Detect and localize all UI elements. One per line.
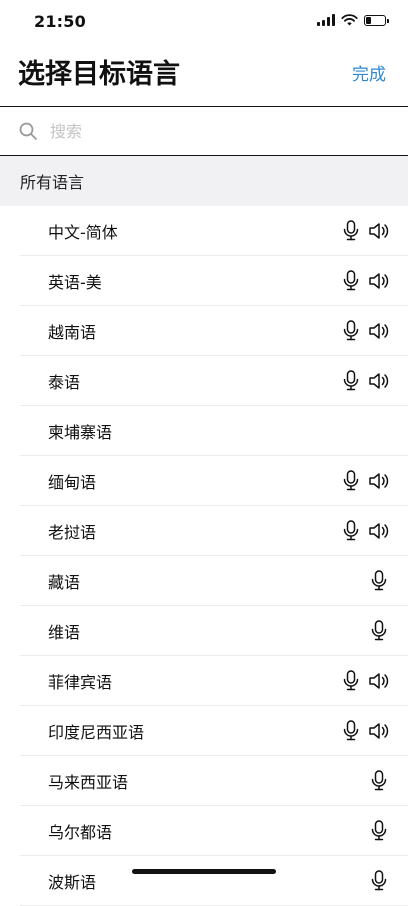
battery-icon [364, 14, 389, 26]
microphone-icon [340, 720, 362, 742]
language-name: 英语-美 [48, 272, 102, 292]
language-capability-icons [340, 356, 390, 405]
language-row[interactable]: 缅甸语 [20, 456, 408, 506]
microphone-icon [340, 470, 362, 492]
home-indicator [132, 869, 276, 874]
language-capability-icons [340, 656, 390, 705]
speaker-icon [368, 520, 390, 542]
language-name: 维语 [48, 622, 81, 642]
microphone-icon [340, 320, 362, 342]
language-row[interactable]: 藏语 [20, 556, 408, 606]
language-capability-icons [340, 206, 390, 255]
language-row[interactable]: 柬埔寨语 [20, 406, 408, 456]
language-capability-icons [368, 856, 390, 905]
language-name: 印度尼西亚语 [48, 722, 145, 742]
language-capability-icons [340, 256, 390, 305]
language-name: 菲律宾语 [48, 672, 113, 692]
language-capability-icons [368, 806, 390, 855]
microphone-icon [340, 220, 362, 242]
microphone-icon [368, 620, 390, 642]
language-row[interactable]: 菲律宾语 [20, 656, 408, 706]
speaker-icon [368, 220, 390, 242]
language-row[interactable]: 泰语 [20, 356, 408, 406]
status-icons [317, 14, 389, 26]
language-capability-icons [368, 556, 390, 605]
microphone-icon [340, 520, 362, 542]
page-title: 选择目标语言 [18, 59, 180, 90]
language-name: 老挝语 [48, 522, 97, 542]
microphone-icon [368, 870, 390, 892]
language-name: 中文-简体 [48, 222, 118, 242]
wifi-icon [341, 14, 358, 26]
search-input[interactable] [48, 120, 352, 142]
speaker-icon [368, 320, 390, 342]
speaker-icon [368, 470, 390, 492]
language-row[interactable]: 越南语 [20, 306, 408, 356]
language-capability-icons [340, 706, 390, 755]
section-title: 所有语言 [20, 173, 85, 192]
status-time: 21:50 [34, 12, 86, 31]
header: 选择目标语言 完成 [0, 44, 408, 106]
microphone-icon [340, 370, 362, 392]
language-name: 柬埔寨语 [48, 422, 113, 442]
language-name: 藏语 [48, 572, 81, 592]
speaker-icon [368, 670, 390, 692]
language-name: 泰语 [48, 372, 81, 392]
speaker-icon [368, 270, 390, 292]
microphone-icon [368, 770, 390, 792]
language-row[interactable]: 乌尔都语 [20, 806, 408, 856]
microphone-icon [340, 670, 362, 692]
section-header: 所有语言 [0, 156, 408, 206]
language-capability-icons [340, 306, 390, 355]
language-row[interactable]: 马来西亚语 [20, 756, 408, 806]
language-capability-icons [368, 606, 390, 655]
language-name: 乌尔都语 [48, 822, 113, 842]
language-name: 越南语 [48, 322, 97, 342]
language-row[interactable]: 中文-简体 [20, 206, 408, 256]
language-row[interactable]: 英语-美 [20, 256, 408, 306]
language-list: 中文-简体英语-美越南语泰语柬埔寨语缅甸语老挝语藏语维语菲律宾语印度尼西亚语 马来… [0, 206, 408, 906]
language-name: 马来西亚语 [48, 772, 129, 792]
microphone-icon [368, 570, 390, 592]
language-row[interactable]: 老挝语 [20, 506, 408, 556]
cellular-signal-icon [317, 14, 335, 26]
microphone-icon [368, 820, 390, 842]
microphone-icon [340, 270, 362, 292]
language-capability-icons [340, 456, 390, 505]
language-name: 缅甸语 [48, 472, 97, 492]
done-button[interactable]: 完成 [352, 60, 386, 85]
search-icon [19, 122, 37, 140]
language-row[interactable]: 波斯语 [20, 856, 408, 906]
language-capability-icons [368, 756, 390, 805]
status-bar: 21:50 [0, 0, 408, 44]
speaker-icon [368, 370, 390, 392]
language-capability-icons [340, 506, 390, 555]
language-name: 波斯语 [48, 872, 97, 892]
language-row[interactable]: 印度尼西亚语 [20, 706, 408, 756]
language-row[interactable]: 维语 [20, 606, 408, 656]
speaker-icon [368, 720, 390, 742]
search-bar[interactable] [0, 107, 408, 155]
